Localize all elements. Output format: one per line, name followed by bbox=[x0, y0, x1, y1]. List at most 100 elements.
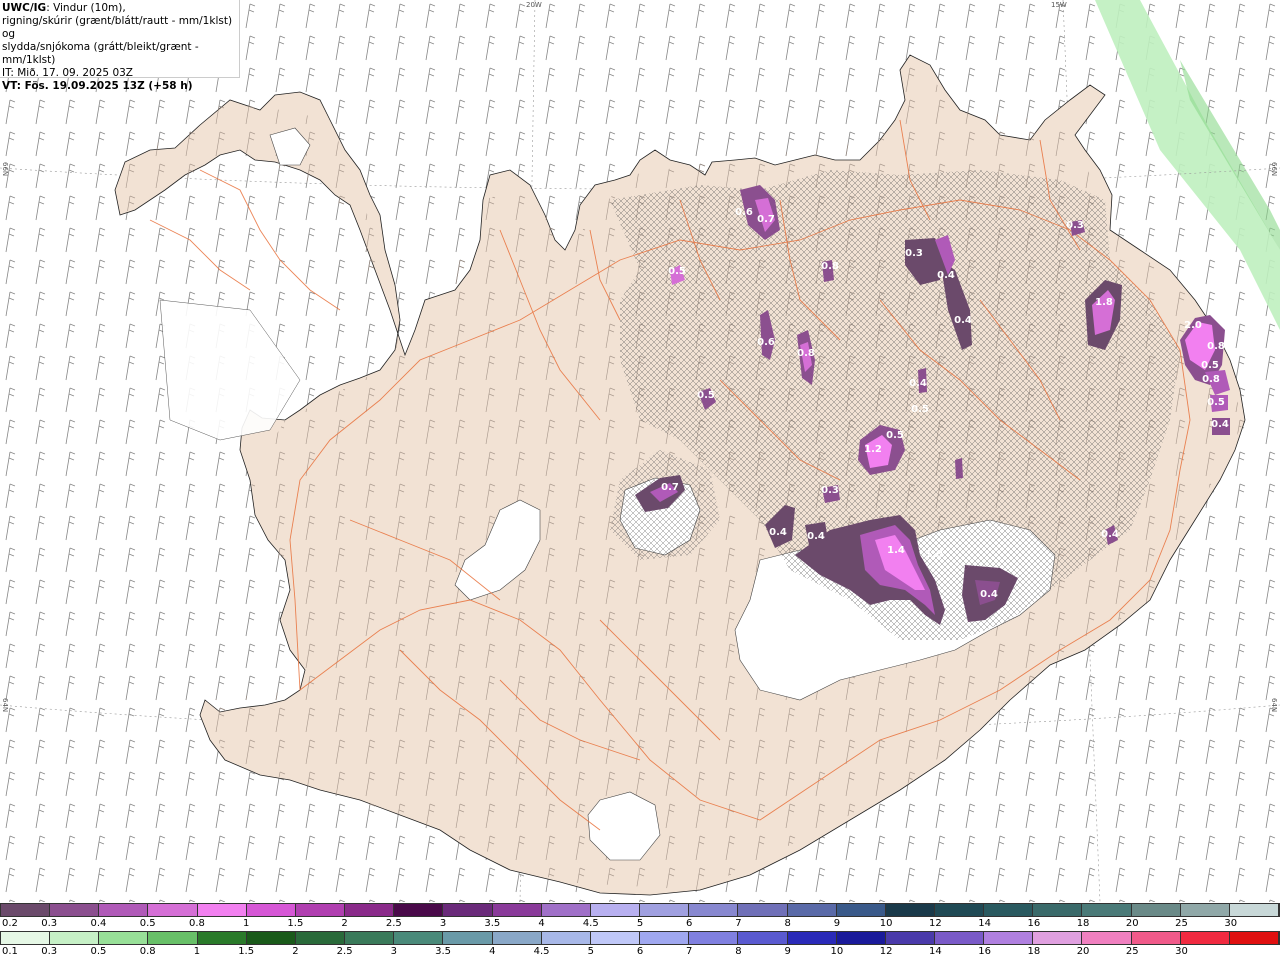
legend-label: 0.3 bbox=[41, 918, 58, 929]
lon-label-20w: 20W bbox=[526, 1, 542, 9]
legend-label: 1 bbox=[193, 946, 201, 957]
legend-label: 1.5 bbox=[287, 918, 304, 929]
legend-swatch bbox=[836, 904, 886, 916]
lat-label-64n-left: 64N bbox=[1, 698, 9, 713]
legend-swatch bbox=[541, 932, 591, 944]
field-title: : Vindur (10m), bbox=[46, 2, 126, 14]
legend-label: 0.5 bbox=[139, 918, 156, 929]
legend-label: 0.8 bbox=[188, 918, 205, 929]
precip-value-label: 0.4 bbox=[937, 270, 955, 281]
legend-swatch bbox=[492, 932, 542, 944]
legend-swatch bbox=[443, 904, 493, 916]
precip-value-label: 0.4 bbox=[954, 315, 972, 326]
precip-value-label: 0.8 bbox=[797, 348, 815, 359]
legend-swatch bbox=[492, 904, 542, 916]
precip-value-label: 1.2 bbox=[864, 444, 882, 455]
legend-swatch bbox=[99, 904, 149, 916]
legend-label: 10 bbox=[830, 946, 844, 957]
precip-value-label: 0.5 bbox=[697, 390, 715, 401]
legend-label: 14 bbox=[929, 946, 942, 957]
legend-label: 3.5 bbox=[484, 918, 501, 929]
legend-swatch bbox=[246, 904, 296, 916]
lat-label-66n-right: 66N bbox=[1270, 162, 1278, 177]
legend-swatch bbox=[99, 932, 149, 944]
legend-label: 4.5 bbox=[533, 946, 550, 957]
legend-swatch bbox=[885, 932, 935, 944]
precip-value-label: 1.0 bbox=[925, 549, 943, 560]
legend-swatch bbox=[787, 932, 837, 944]
legend-label: 25 bbox=[1125, 946, 1139, 957]
legend-label: 30 bbox=[1175, 946, 1188, 957]
legend-label: 16 bbox=[978, 946, 991, 957]
legend-swatch bbox=[50, 932, 100, 944]
legend-swatch bbox=[394, 904, 444, 916]
legend-swatch bbox=[541, 904, 591, 916]
legend-swatch bbox=[197, 904, 247, 916]
legend-label: 25 bbox=[1175, 918, 1188, 929]
precip-value-label: 0.8 bbox=[1207, 341, 1225, 352]
legend-swatch bbox=[640, 904, 690, 916]
legend-swatch bbox=[590, 904, 641, 916]
legend-swatch bbox=[50, 904, 100, 916]
legend-label: 2.5 bbox=[336, 946, 353, 957]
precip-value-label: 2.0 bbox=[1184, 320, 1202, 331]
precip-value-label: 0.4 bbox=[769, 527, 787, 538]
legend-swatch bbox=[689, 904, 739, 916]
legend-swatch bbox=[787, 904, 837, 916]
weather-map: 0.6 0.7 0.5 0.3 0.7 0.6 0.8 0.5 0.3 0.4 0.4 0.5 0.4 1… bbox=[0, 0, 1280, 903]
legend-label: 9 bbox=[784, 946, 791, 957]
legend-swatch bbox=[246, 932, 296, 944]
legend-label: 5 bbox=[587, 946, 594, 957]
legend-swatch bbox=[443, 932, 493, 944]
legend-label: 18 bbox=[1076, 918, 1090, 929]
legend-label: 2 bbox=[292, 946, 299, 957]
model-name: UWC/IG bbox=[2, 2, 47, 14]
legend-swatch bbox=[295, 904, 346, 916]
legend-label: 3 bbox=[390, 946, 398, 957]
valid-time: VT: Fös. 19.09.2025 13Z (+58 h) bbox=[2, 80, 193, 92]
legend-swatch bbox=[1, 904, 51, 916]
snow-color-bar bbox=[0, 903, 1280, 917]
legend-swatch bbox=[689, 932, 739, 944]
legend-label: 16 bbox=[1027, 918, 1041, 929]
legend-label: 3.5 bbox=[435, 946, 452, 957]
legend-swatch bbox=[1082, 932, 1132, 944]
lat-label-64n-right: 64N bbox=[1270, 698, 1278, 713]
legend-label: 0.5 bbox=[90, 946, 107, 957]
legend-swatch bbox=[1033, 932, 1083, 944]
legend-swatch bbox=[394, 932, 444, 944]
legend-swatch bbox=[1, 932, 51, 944]
legend-swatch bbox=[836, 932, 886, 944]
precip-value-label: 0.7 bbox=[661, 482, 679, 493]
precip-value-label: 0.8 bbox=[1202, 374, 1220, 385]
legend-swatch bbox=[934, 932, 985, 944]
legend-swatch bbox=[148, 904, 198, 916]
legend-label: 8 bbox=[784, 918, 791, 929]
legend-label: 10 bbox=[879, 918, 893, 929]
rain-description: rigning/skúrir (grænt/blátt/rautt - mm/1… bbox=[2, 15, 233, 40]
precip-value-label: 0.7 bbox=[757, 214, 775, 225]
precip-value-label: 0.5 bbox=[1207, 397, 1225, 408]
precip-value-label: 0.5 bbox=[1201, 360, 1219, 371]
lat-label-66n-left: 66N bbox=[1, 162, 9, 177]
legend-label: 0.8 bbox=[139, 946, 156, 957]
legend-label: 1 bbox=[242, 918, 250, 929]
legend-label: 8 bbox=[735, 946, 742, 957]
legend-label: 6 bbox=[636, 946, 644, 957]
legend-label: 0.4 bbox=[90, 918, 107, 929]
legend-swatch bbox=[640, 932, 690, 944]
precip-value-label: 0.3 bbox=[905, 248, 923, 259]
lon-label-15w: 15W bbox=[1051, 1, 1067, 9]
legend-label: 7 bbox=[735, 918, 742, 929]
legend-label: 5 bbox=[636, 918, 644, 929]
legend-label: 3 bbox=[439, 918, 447, 929]
legend-label: 2.5 bbox=[385, 918, 402, 929]
legend-label: 0.2 bbox=[2, 918, 18, 929]
legend-swatch bbox=[984, 932, 1034, 944]
precip-value-label: 0.6 bbox=[757, 337, 775, 348]
legend-swatch bbox=[590, 932, 641, 944]
legend-swatch bbox=[984, 904, 1034, 916]
legend-label: 20 bbox=[1125, 918, 1139, 929]
legend-label: 14 bbox=[978, 918, 991, 929]
legend-swatch bbox=[1180, 904, 1230, 916]
